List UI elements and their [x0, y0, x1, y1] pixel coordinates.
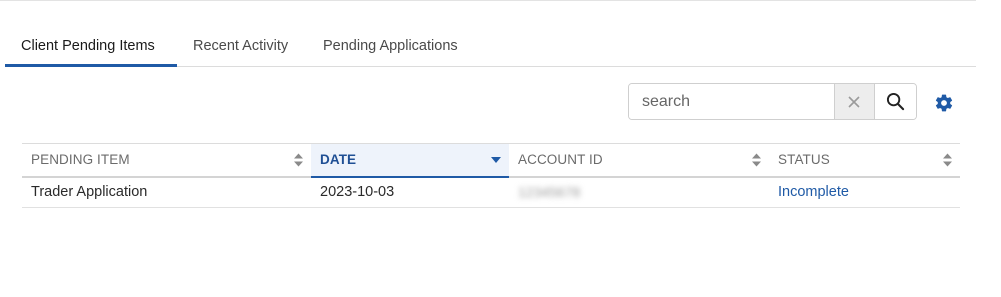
cell-account-id: 12345678: [509, 176, 769, 208]
cell-date: 2023-10-03: [311, 176, 509, 208]
gear-icon: [935, 94, 953, 112]
table-row[interactable]: Trader Application 2023-10-03 12345678 I…: [22, 176, 960, 208]
tab-recent-activity[interactable]: Recent Activity: [177, 26, 307, 67]
top-divider: [0, 0, 976, 1]
sort-icon: [752, 153, 761, 167]
table-header-row: PENDING ITEM DATE ACCOUNT ID STATUS: [22, 143, 960, 178]
sort-icon: [943, 153, 952, 167]
account-id-redacted: 12345678: [518, 183, 581, 200]
cell-status: Incomplete: [769, 176, 960, 208]
column-header-pending-item[interactable]: PENDING ITEM: [22, 143, 311, 178]
cell-pending-item: Trader Application: [22, 176, 311, 208]
tab-bar: Client Pending Items Recent Activity Pen…: [5, 26, 976, 67]
column-header-label: STATUS: [778, 152, 830, 168]
search-button[interactable]: [873, 84, 916, 119]
pending-items-table: PENDING ITEM DATE ACCOUNT ID STATUS Trad…: [22, 143, 960, 208]
search-box: [628, 83, 917, 120]
column-header-label: ACCOUNT ID: [518, 152, 603, 168]
column-header-label: DATE: [320, 152, 357, 168]
close-icon: [848, 95, 860, 108]
search-input[interactable]: [629, 84, 834, 119]
tab-client-pending-items[interactable]: Client Pending Items: [5, 26, 177, 67]
column-header-label: PENDING ITEM: [31, 152, 130, 168]
status-link[interactable]: Incomplete: [778, 184, 849, 200]
column-header-account-id[interactable]: ACCOUNT ID: [509, 143, 769, 178]
tab-pending-applications[interactable]: Pending Applications: [307, 26, 474, 67]
settings-button[interactable]: [933, 92, 955, 114]
sort-descending-icon: [491, 156, 501, 163]
clear-search-button[interactable]: [834, 84, 874, 119]
sort-icon: [294, 153, 303, 167]
search-icon: [886, 92, 904, 111]
column-header-date[interactable]: DATE: [311, 143, 509, 178]
column-header-status[interactable]: STATUS: [769, 143, 960, 178]
